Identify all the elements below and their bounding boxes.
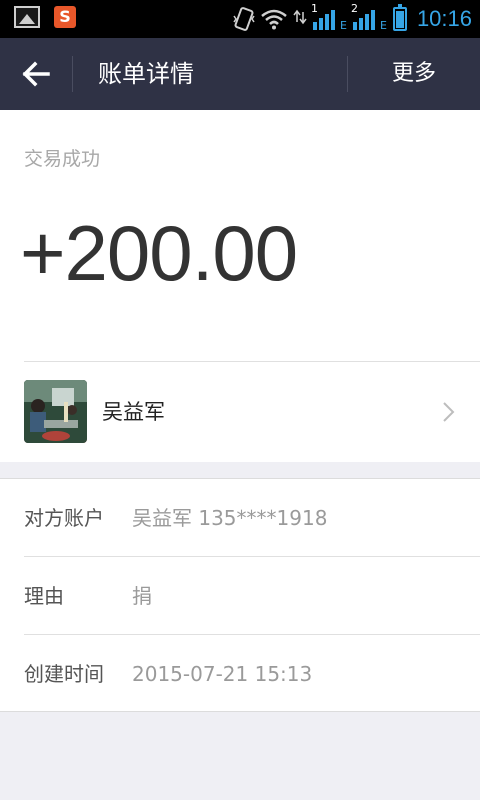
vibrate-icon — [233, 7, 255, 31]
transaction-status: 交易成功 — [24, 148, 101, 170]
status-time: 10:16 — [416, 6, 472, 31]
transaction-summary: 交易成功 +200.00 吴益军 — [0, 110, 480, 462]
detail-value: 捐 — [132, 584, 152, 608]
avatar — [24, 380, 87, 443]
header-divider — [72, 56, 73, 92]
gallery-icon — [14, 6, 40, 28]
detail-value: 2015-07-21 15:13 — [132, 662, 313, 686]
detail-row-account: 对方账户 吴益军 135****1918 — [0, 479, 480, 557]
detail-label: 理由 — [24, 584, 64, 608]
header-bar: 账单详情 更多 — [0, 38, 480, 110]
signal-icon-sim2: 2 E — [351, 2, 387, 32]
network-type-label-2: E — [379, 19, 387, 32]
transaction-details: 对方账户 吴益军 135****1918 理由 捐 创建时间 2015-07-2… — [0, 478, 480, 712]
chevron-right-icon — [443, 402, 455, 422]
more-button[interactable]: 更多 — [348, 38, 480, 110]
transaction-amount: +200.00 — [20, 209, 298, 297]
sim1-label: 1 — [310, 2, 318, 15]
detail-value: 吴益军 135****1918 — [132, 506, 328, 530]
page-title: 账单详情 — [98, 60, 194, 88]
network-type-label: E — [339, 19, 347, 32]
detail-row-reason: 理由 捐 — [0, 557, 480, 635]
detail-label: 创建时间 — [24, 662, 104, 686]
contact-row[interactable]: 吴益军 — [0, 362, 480, 462]
status-bar: S 1 E 2 E 10:16 — [0, 0, 480, 38]
detail-label: 对方账户 — [24, 506, 104, 530]
data-arrows-icon — [293, 9, 307, 25]
battery-charging-icon — [392, 4, 407, 31]
sim2-label: 2 — [350, 2, 358, 15]
wifi-icon — [261, 9, 287, 30]
sogou-icon: S — [54, 6, 76, 28]
arrow-left-icon — [22, 61, 50, 87]
detail-row-created-time: 创建时间 2015-07-21 15:13 — [0, 635, 480, 713]
back-button[interactable] — [0, 38, 72, 110]
contact-name: 吴益军 — [102, 400, 165, 424]
signal-icon: 1 E — [311, 2, 347, 32]
